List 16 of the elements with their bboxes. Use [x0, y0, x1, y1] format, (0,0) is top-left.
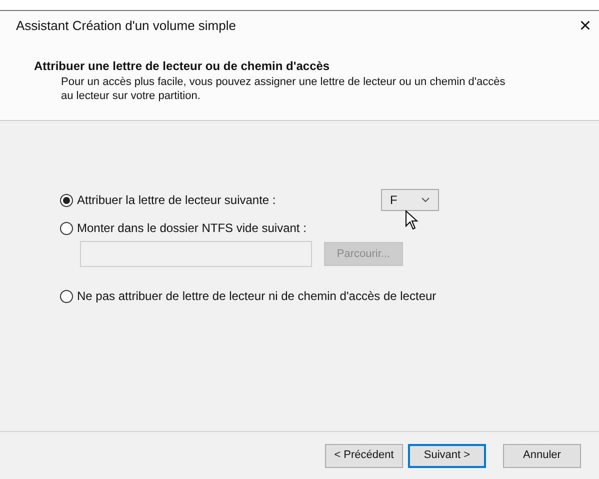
- radio-label: Attribuer la lettre de lecteur suivante :: [77, 192, 276, 209]
- mouse-pointer-icon: [405, 210, 419, 230]
- wizard-button[interactable]: Annuler: [503, 444, 581, 468]
- radio-button[interactable]: [60, 290, 73, 302]
- radio-button[interactable]: [60, 222, 73, 234]
- page-description: Pour un accès plus facile, vous pouvez assigner une lettre de lecteur ou un chemin d'accès au lecteur sur votre partition.: [60, 75, 506, 103]
- radio-label: Ne pas attribuer de lettre de lecteur ni de chemin d'accès de lecteur: [77, 288, 436, 305]
- radio-button[interactable]: [60, 194, 73, 206]
- drive-letter-dropdown[interactable]: F: [381, 189, 439, 211]
- wizard-button[interactable]: < Précédent: [325, 444, 403, 468]
- page-heading: Attribuer une lettre de lecteur ou de chemin d'accès: [34, 58, 331, 75]
- chevron-down-icon: [421, 197, 430, 203]
- radio-label: Monter dans le dossier NTFS vide suivant :: [77, 220, 306, 237]
- close-button[interactable]: ×: [575, 16, 595, 36]
- window-title: Assistant Création d'un volume simple: [16, 17, 236, 36]
- wizard-button[interactable]: Suivant >: [408, 444, 486, 468]
